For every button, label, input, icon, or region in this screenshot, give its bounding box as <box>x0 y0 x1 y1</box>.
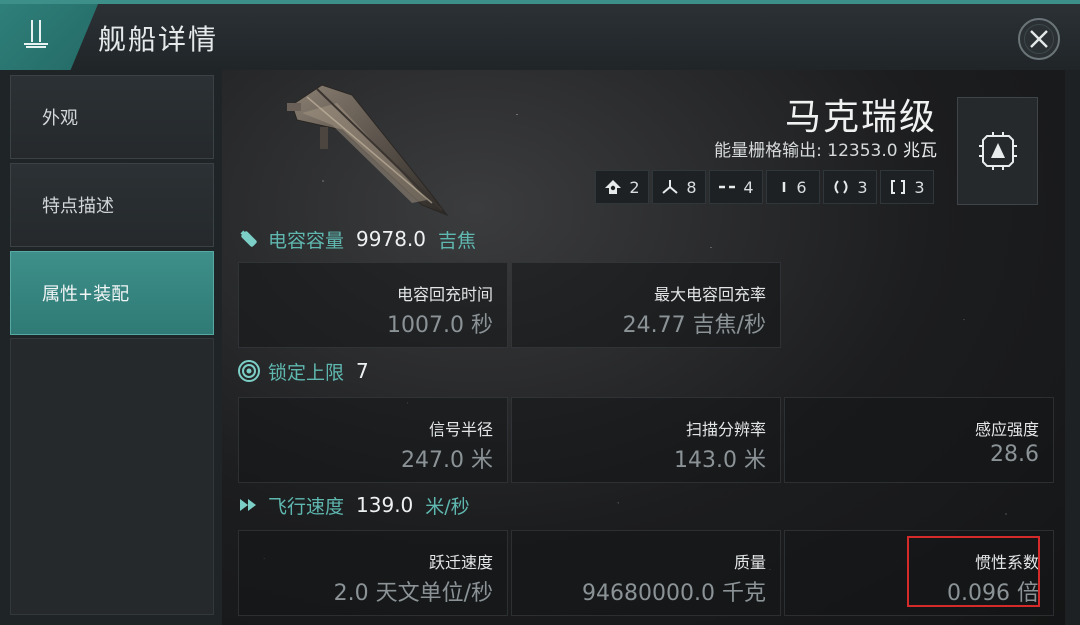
stat-label: 最大电容回充率 <box>653 285 766 304</box>
stat-value: 1007.0 秒 <box>387 313 493 338</box>
stat-value: 143.0 米 <box>674 448 766 473</box>
title-bar: 舰船详情 <box>0 0 1080 70</box>
slot-high[interactable]: 2 <box>595 170 649 204</box>
speed-unit: 米/秒 <box>425 495 470 518</box>
sidebar-item-label: 外观 <box>42 108 78 129</box>
slot-count: 6 <box>796 177 807 197</box>
stat-value: 2.0 天文单位/秒 <box>333 581 493 606</box>
stat-value: 247.0 米 <box>401 448 493 473</box>
highlight-box <box>907 536 1040 607</box>
ship-class-badge[interactable] <box>957 97 1038 205</box>
sidebar-item-label: 特点描述 <box>42 196 114 217</box>
ship-name: 马克瑞级 <box>784 97 937 138</box>
slot-low[interactable]: 6 <box>766 170 820 204</box>
speed-value: 139.0 <box>356 493 414 517</box>
slot-count: 2 <box>629 177 640 197</box>
stat-cap-recharge-time: 电容回充时间 1007.0 秒 <box>238 262 508 348</box>
subsystem-icon <box>891 180 906 194</box>
slot-summary: 2 8 4 6 3 3 <box>595 170 934 204</box>
logo-tab <box>0 4 98 70</box>
sidebar-empty-panel <box>10 338 214 615</box>
mid-slot-icon <box>719 185 736 189</box>
sidebar-item-description[interactable]: 特点描述 <box>10 163 214 247</box>
ship-silhouette-icon <box>24 20 48 48</box>
slot-rig[interactable]: 3 <box>823 170 877 204</box>
stat-label: 感应强度 <box>974 420 1039 439</box>
ship-attributes-panel: 马克瑞级 能量栅格输出: 12353.0 兆瓦 2 8 4 6 3 3 电容容量… <box>222 70 1065 625</box>
slot-count: 4 <box>743 177 754 197</box>
close-icon <box>1030 30 1048 48</box>
high-slot-icon <box>605 180 622 194</box>
stat-value: 28.6 <box>990 442 1039 467</box>
stat-label: 信号半径 <box>428 420 493 439</box>
stat-signature-radius: 信号半径 247.0 米 <box>238 397 508 483</box>
stat-label: 质量 <box>733 553 766 572</box>
ship-class-icon <box>978 132 1017 170</box>
stat-scan-resolution: 扫描分辨率 143.0 米 <box>511 397 781 483</box>
stat-label: 扫描分辨率 <box>685 420 766 439</box>
navigation-section-header: 飞行速度 139.0 米/秒 <box>236 488 1056 522</box>
turret-icon <box>662 180 679 194</box>
stat-mass: 质量 94680000.0 千克 <box>511 530 781 616</box>
slot-count: 8 <box>686 177 697 197</box>
stat-value: 94680000.0 千克 <box>582 581 766 606</box>
capacitor-label: 电容容量 <box>268 229 345 252</box>
powergrid-output: 能量栅格输出: 12353.0 兆瓦 <box>642 136 937 161</box>
sidebar: 外观 特点描述 属性+装配 <box>0 70 222 625</box>
slot-count: 3 <box>857 177 868 197</box>
window-title: 舰船详情 <box>98 23 219 56</box>
speed-label: 飞行速度 <box>268 495 345 518</box>
close-button[interactable] <box>1018 18 1060 60</box>
speed-icon <box>236 492 262 518</box>
targeting-value: 7 <box>356 359 369 383</box>
slot-mid[interactable]: 4 <box>709 170 763 204</box>
rig-icon <box>834 180 848 194</box>
stat-warp-speed: 跃迁速度 2.0 天文单位/秒 <box>238 530 508 616</box>
sidebar-item-attributes-fitting[interactable]: 属性+装配 <box>10 251 214 335</box>
sidebar-item-label: 属性+装配 <box>42 284 130 305</box>
powergrid-unit: 兆瓦 <box>903 141 937 161</box>
capacitor-value: 9978.0 <box>356 227 426 251</box>
sidebar-item-appearance[interactable]: 外观 <box>10 75 214 159</box>
targeting-section-header: 锁定上限 7 <box>236 354 1056 388</box>
stat-label: 电容回充时间 <box>396 285 493 304</box>
targeting-label: 锁定上限 <box>268 361 345 384</box>
stat-sensor-strength: 感应强度 28.6 <box>784 397 1054 483</box>
stat-cap-max-recharge-rate: 最大电容回充率 24.77 吉焦/秒 <box>511 262 781 348</box>
stat-value: 24.77 吉焦/秒 <box>622 313 766 338</box>
capacitor-section-header: 电容容量 9978.0 吉焦 <box>236 222 1056 256</box>
powergrid-label: 能量栅格输出: <box>714 141 822 161</box>
slot-subsystem[interactable]: 3 <box>880 170 934 204</box>
target-lock-icon <box>236 358 262 384</box>
powergrid-value: 12353.0 <box>827 141 898 161</box>
slot-turret[interactable]: 8 <box>652 170 706 204</box>
low-slot-icon <box>783 182 786 192</box>
slot-count: 3 <box>914 177 925 197</box>
ship-render-image <box>287 84 449 217</box>
capacitor-icon <box>236 226 262 252</box>
stat-label: 跃迁速度 <box>428 553 493 572</box>
capacitor-unit: 吉焦 <box>438 229 477 252</box>
scroll-edge <box>1065 70 1080 625</box>
